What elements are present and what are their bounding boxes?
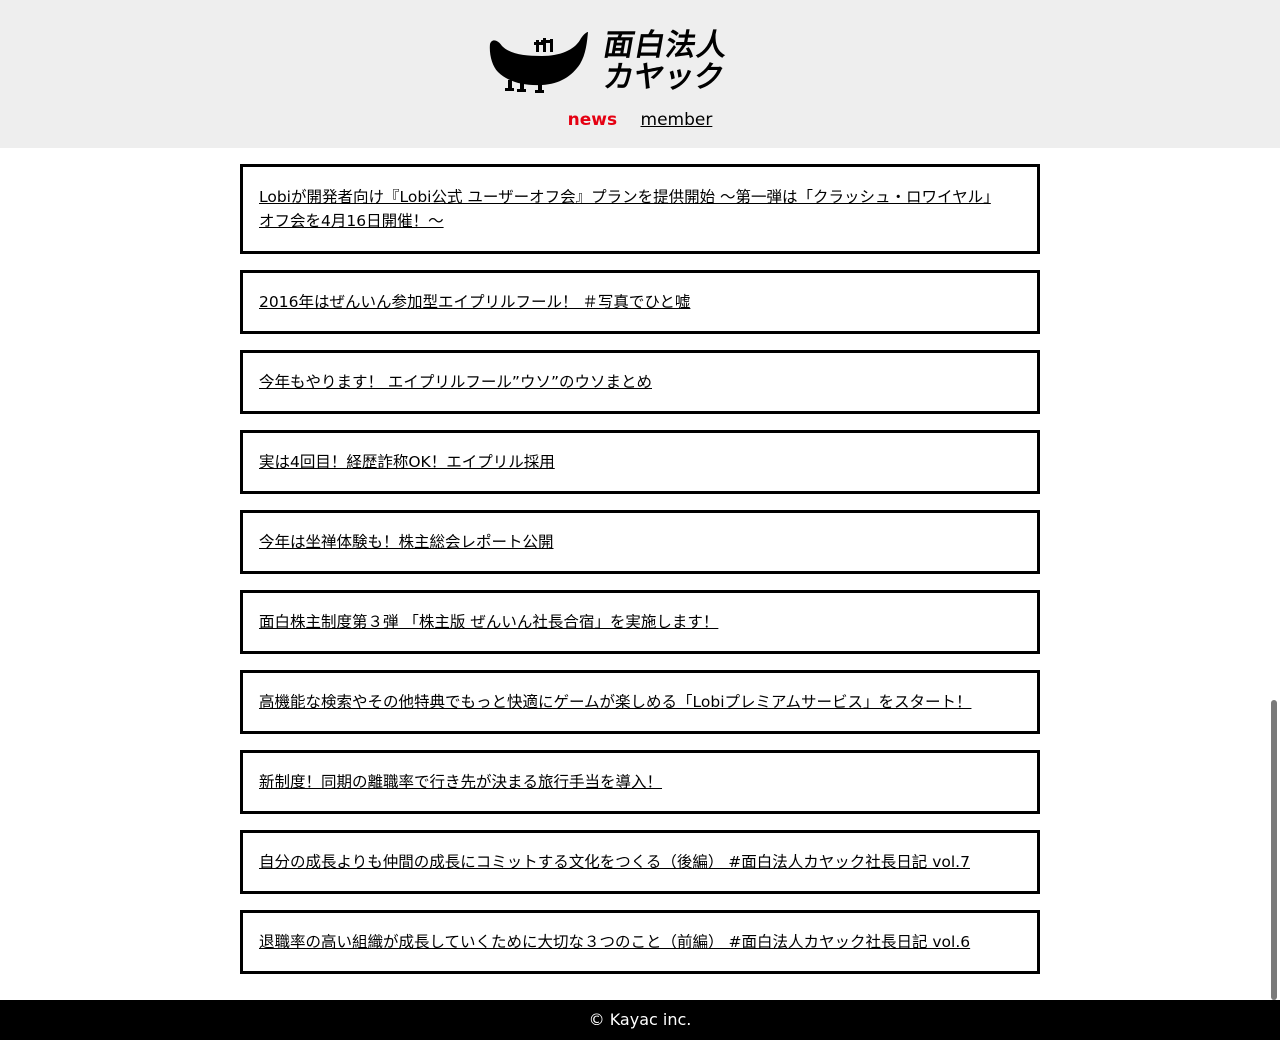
news-list: Lobiが開発者向け『Lobi公式 ユーザーオフ会』プランを提供開始 〜第一弾は…: [240, 164, 1040, 990]
news-link[interactable]: Lobiが開発者向け『Lobi公式 ユーザーオフ会』プランを提供開始 〜第一弾は…: [259, 188, 991, 230]
logo-line-1: 面白法人: [601, 28, 732, 63]
news-item[interactable]: 高機能な検索やその他特典でもっと快適にゲームが楽しめる「Lobiプレミアムサービ…: [240, 670, 1040, 734]
news-link[interactable]: 今年は坐禅体験も！株主総会レポート公開: [259, 533, 554, 551]
kayac-logo[interactable]: 面白法人 カヤック: [488, 28, 792, 98]
site-footer: © Kayac inc.: [0, 1000, 1280, 1040]
logo-wordmark: 面白法人 カヤック: [601, 28, 792, 98]
news-item[interactable]: 実は4回目！経歴詐称OK！エイプリル採用: [240, 430, 1040, 494]
news-item[interactable]: 退職率の高い組織が成長していくために大切な３つのこと（前編） #面白法人カヤック…: [240, 910, 1040, 974]
news-item[interactable]: 今年は坐禅体験も！株主総会レポート公開: [240, 510, 1040, 574]
news-link[interactable]: 実は4回目！経歴詐称OK！エイプリル採用: [259, 453, 555, 471]
news-link[interactable]: 退職率の高い組織が成長していくために大切な３つのこと（前編） #面白法人カヤック…: [259, 933, 970, 951]
news-item[interactable]: Lobiが開発者向け『Lobi公式 ユーザーオフ会』プランを提供開始 〜第一弾は…: [240, 164, 1040, 254]
news-link[interactable]: 今年もやります！ エイプリルフール”ウソ”のウソまとめ: [259, 373, 652, 391]
news-link[interactable]: 2016年はぜんいん参加型エイプリルフール！ ＃写真でひと嘘: [259, 293, 690, 311]
news-link[interactable]: 高機能な検索やその他特典でもっと快適にゲームが楽しめる「Lobiプレミアムサービ…: [259, 693, 971, 711]
copyright-text: © Kayac inc.: [588, 1010, 692, 1029]
site-header: 面白法人 カヤック news member: [0, 0, 1280, 148]
main-nav: news member: [0, 108, 1280, 132]
nav-news[interactable]: news: [568, 108, 617, 132]
news-link[interactable]: 面白株主制度第３弾 「株主版 ぜんいん社長合宿」を実施します！: [259, 613, 718, 631]
logo-line-2: カヤック: [601, 60, 728, 95]
news-item[interactable]: 自分の成長よりも仲間の成長にコミットする文化をつくる（後編） #面白法人カヤック…: [240, 830, 1040, 894]
news-item[interactable]: 今年もやります！ エイプリルフール”ウソ”のウソまとめ: [240, 350, 1040, 414]
news-link[interactable]: 新制度！同期の離職率で行き先が決まる旅行手当を導入！: [259, 773, 662, 791]
news-link[interactable]: 自分の成長よりも仲間の成長にコミットする文化をつくる（後編） #面白法人カヤック…: [259, 853, 970, 871]
nav-member[interactable]: member: [641, 108, 713, 132]
page-scrollbar[interactable]: [1271, 700, 1277, 1000]
news-item[interactable]: 新制度！同期の離職率で行き先が決まる旅行手当を導入！: [240, 750, 1040, 814]
news-item[interactable]: 2016年はぜんいん参加型エイプリルフール！ ＃写真でひと嘘: [240, 270, 1040, 334]
news-item[interactable]: 面白株主制度第３弾 「株主版 ぜんいん社長合宿」を実施します！: [240, 590, 1040, 654]
kayak-logo-icon: [489, 32, 588, 93]
